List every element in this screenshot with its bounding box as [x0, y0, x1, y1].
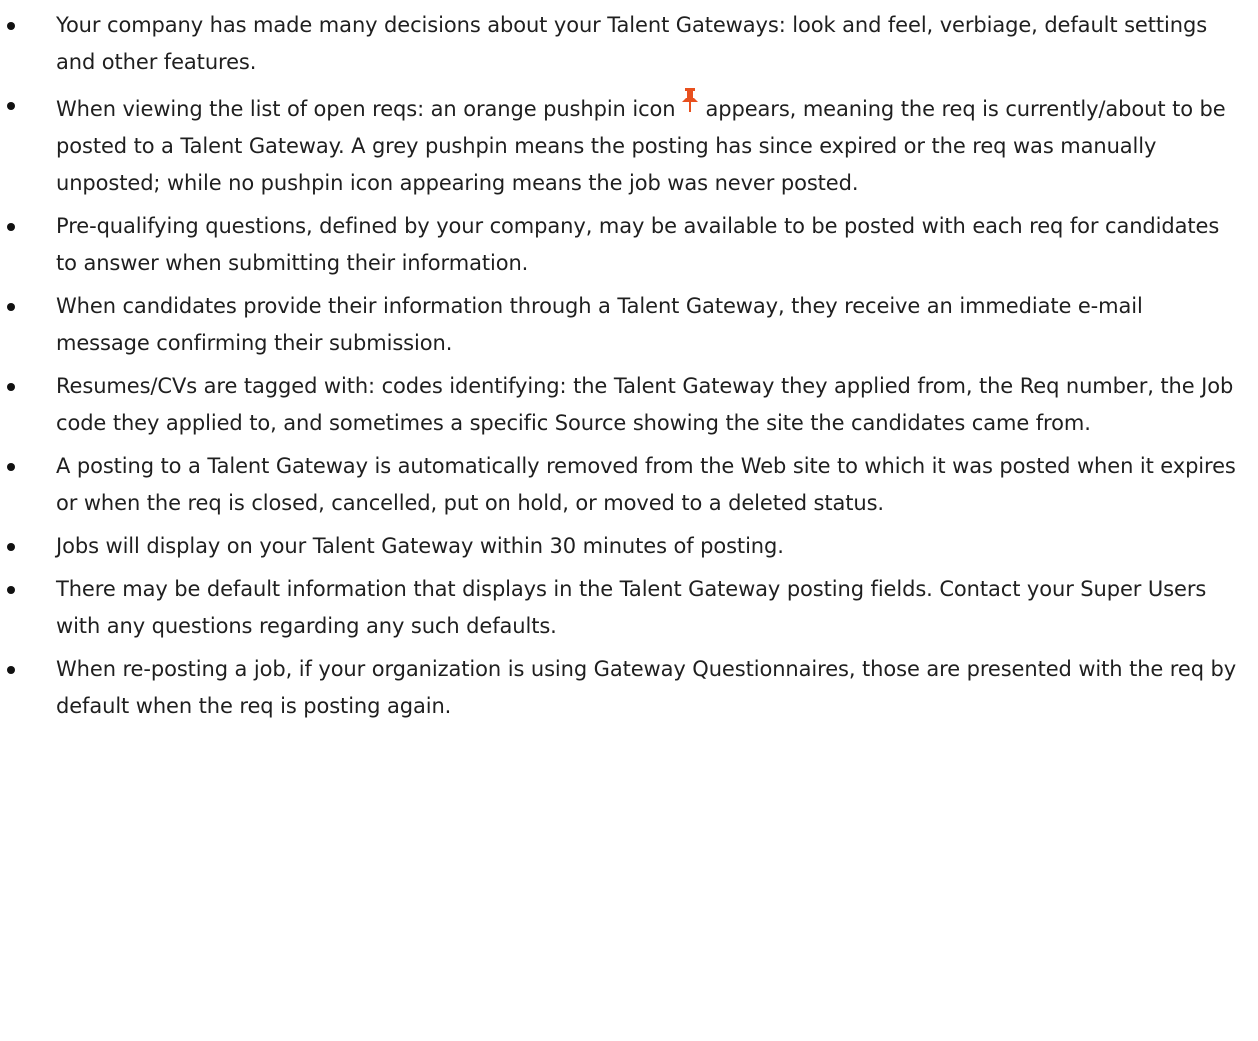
list-item-text: Resumes/CVs are tagged with: codes ident…	[56, 374, 1234, 435]
list-item: When viewing the list of open reqs: an o…	[0, 87, 1238, 202]
list-item-text: When viewing the list of open reqs: an o…	[56, 97, 676, 121]
list-item-text: Your company has made many decisions abo…	[56, 13, 1208, 74]
list-item: Jobs will display on your Talent Gateway…	[0, 528, 1238, 565]
list-item-text: A posting to a Talent Gateway is automat…	[56, 454, 1236, 515]
bullet-dot	[7, 463, 15, 471]
bullet-dot	[7, 666, 15, 674]
list-item-text: There may be default information that di…	[56, 577, 1207, 638]
list-item-text: When re-posting a job, if your organizat…	[56, 657, 1237, 718]
bullet-dot	[7, 102, 15, 110]
list-item: Pre-qualifying questions, defined by you…	[0, 208, 1238, 282]
list-item-text: When candidates provide their informatio…	[56, 294, 1143, 355]
list-item: Resumes/CVs are tagged with: codes ident…	[0, 368, 1238, 442]
pushpin-icon	[681, 87, 699, 112]
bullet-list: Your company has made many decisions abo…	[0, 7, 1238, 725]
list-item: A posting to a Talent Gateway is automat…	[0, 448, 1238, 522]
list-item: There may be default information that di…	[0, 571, 1238, 645]
bullet-dot	[7, 303, 15, 311]
bullet-dot	[7, 586, 15, 594]
list-item-text: Pre-qualifying questions, defined by you…	[56, 214, 1220, 275]
list-item: When candidates provide their informatio…	[0, 288, 1238, 362]
list-item: Your company has made many decisions abo…	[0, 7, 1238, 81]
list-item: When re-posting a job, if your organizat…	[0, 651, 1238, 725]
list-item-text: Jobs will display on your Talent Gateway…	[56, 534, 784, 558]
bullet-dot	[7, 22, 15, 30]
bullet-dot	[7, 383, 15, 391]
bullet-dot	[7, 223, 15, 231]
document-page: Your company has made many decisions abo…	[0, 0, 1258, 725]
bullet-dot	[7, 543, 15, 551]
